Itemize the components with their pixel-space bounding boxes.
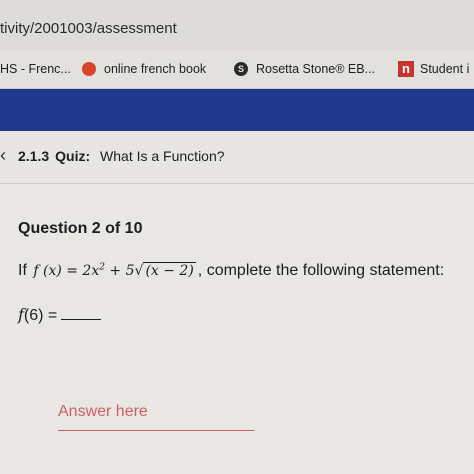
question-panel: Question 2 of 10 If f (x) = 2x2 + 5√ (x −… <box>0 184 474 474</box>
back-chevron-icon[interactable]: ‹ <box>0 145 6 166</box>
quiz-name: What Is a Function? <box>100 148 225 164</box>
bookmark-student[interactable]: n Student i <box>398 59 469 79</box>
question-statement: , complete the following statement: <box>197 262 445 279</box>
bookmark-label: Rosetta Stone® EB... <box>256 62 375 76</box>
sqrt-symbol: √ <box>134 263 144 279</box>
red-circle-icon <box>82 62 96 76</box>
question-text: If f (x) = 2x2 + 5√ (x − 2), complete the… <box>18 262 444 280</box>
quiz-title: 2.1.3 Quiz: What Is a Function? <box>18 148 225 164</box>
site-nav-bar <box>0 89 474 131</box>
n-logo-icon: n <box>398 61 414 77</box>
bookmark-rosetta-stone[interactable]: S Rosetta Stone® EB... <box>234 59 375 79</box>
answer-prompt: f(6) = <box>18 305 102 325</box>
question-number: Question 2 of 10 <box>18 220 143 237</box>
url-text[interactable]: tivity/2001003/assessment <box>0 20 177 37</box>
bookmark-label: HS - Frenc... <box>0 62 71 76</box>
answer-blank <box>61 305 102 320</box>
bookmark-online-french-book[interactable]: online french book <box>82 59 206 79</box>
function-formula: f (x) = 2x2 + 5√ (x − 2) <box>33 262 196 279</box>
rosetta-stone-icon: S <box>234 62 248 76</box>
bookmark-label: online french book <box>104 62 207 76</box>
quiz-number: 2.1.3 <box>18 148 50 164</box>
bookmark-label: Student i <box>420 62 470 76</box>
quiz-header: ‹ 2.1.3 Quiz: What Is a Function? <box>0 131 474 184</box>
bookmark-hs-french[interactable]: HS - Frenc... <box>0 59 71 79</box>
bookmarks-bar: HS - Frenc... online french book S Roset… <box>0 50 474 89</box>
quiz-type: Quiz: <box>55 148 91 164</box>
address-bar[interactable]: tivity/2001003/assessment <box>0 0 474 51</box>
answer-input[interactable] <box>58 394 254 431</box>
question-intro: If <box>18 262 27 279</box>
